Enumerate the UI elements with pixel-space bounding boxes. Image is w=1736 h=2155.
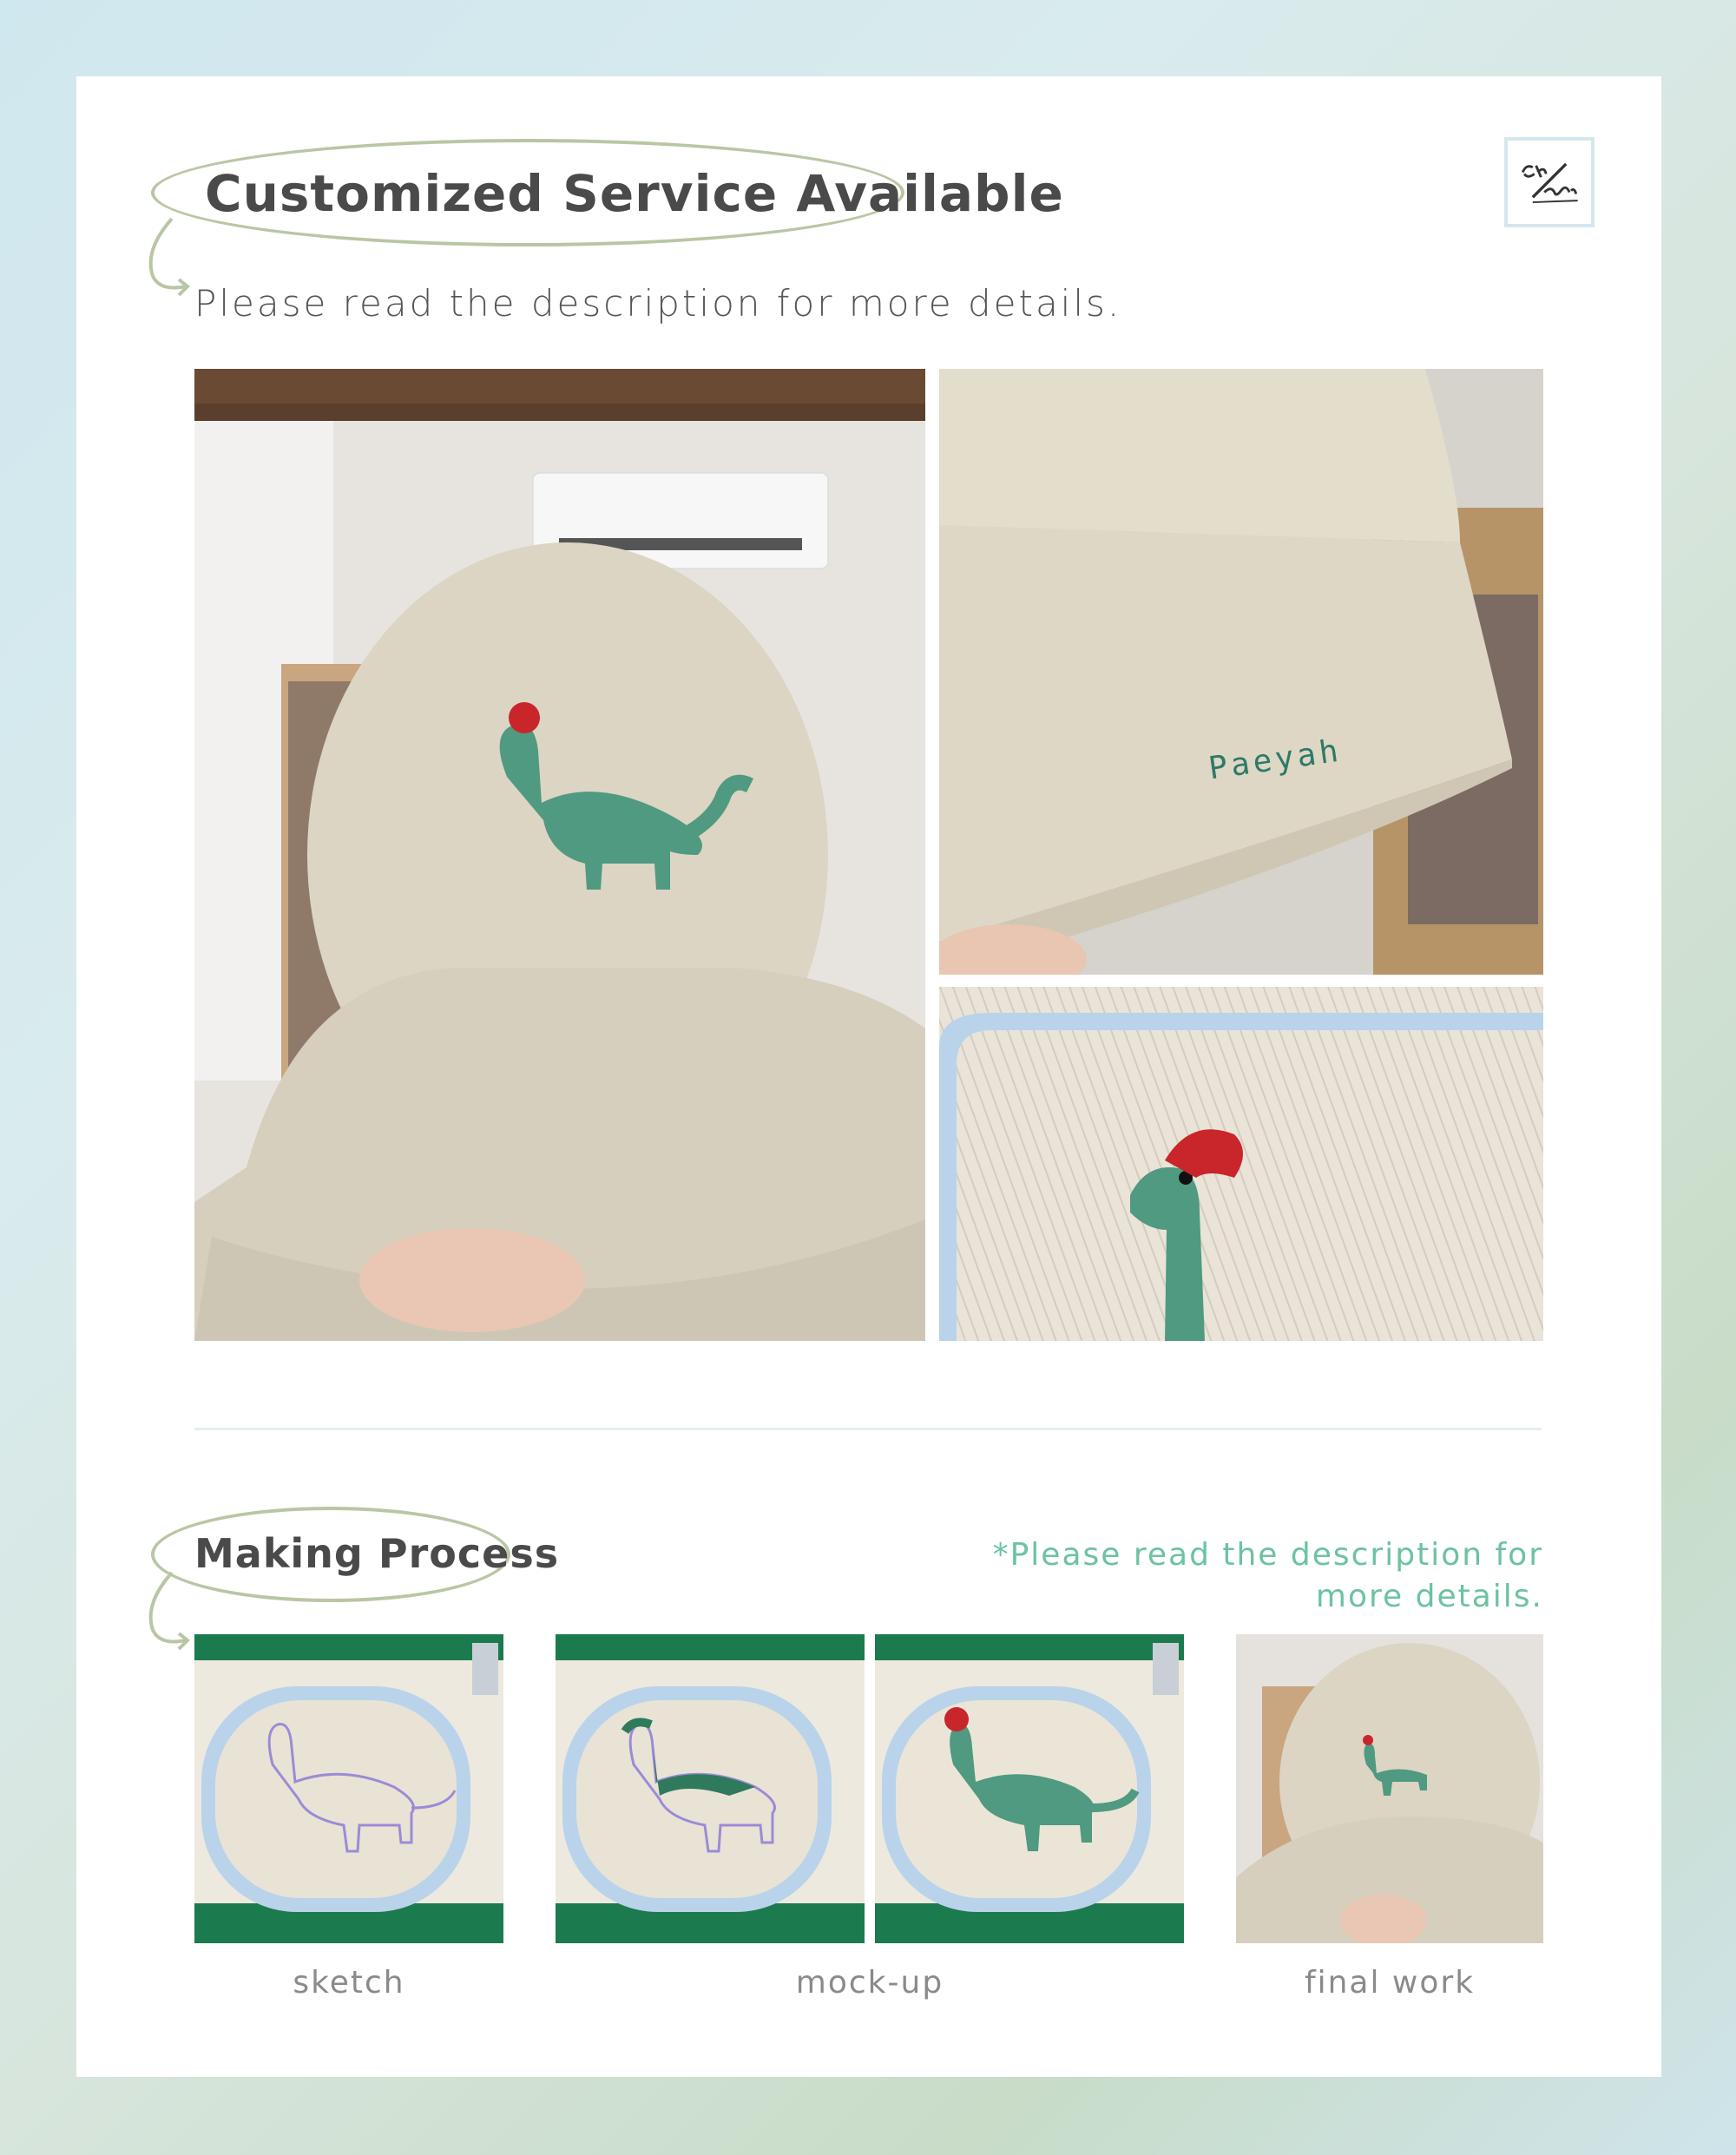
caption-final-work: final work	[1304, 1965, 1476, 2001]
page-subtitle: Please read the description for more det…	[194, 282, 1122, 325]
mockup-photo-1	[556, 1634, 865, 1943]
hat-front-dinosaur-photo	[194, 369, 925, 1341]
caption-sketch: sketch	[293, 1965, 405, 2001]
embroidery-closeup-photo	[939, 987, 1543, 1341]
mockup-photo-2	[875, 1634, 1184, 1943]
content-card: Customized Service Available Please read…	[76, 76, 1661, 2077]
process-note: *Please read the description for more de…	[992, 1537, 1543, 1614]
section-divider	[194, 1428, 1542, 1430]
chans-signature-icon	[1521, 162, 1578, 203]
page-title: Customized Service Available	[205, 164, 1064, 223]
final-work-photo	[1236, 1634, 1543, 1943]
caption-mockup: mock-up	[795, 1965, 944, 2001]
brand-logo	[1504, 137, 1595, 227]
process-title: Making Process	[194, 1530, 560, 1577]
sketch-photo	[194, 1634, 503, 1943]
hat-brim-name-paeyah-photo: Paeyah	[939, 369, 1543, 975]
